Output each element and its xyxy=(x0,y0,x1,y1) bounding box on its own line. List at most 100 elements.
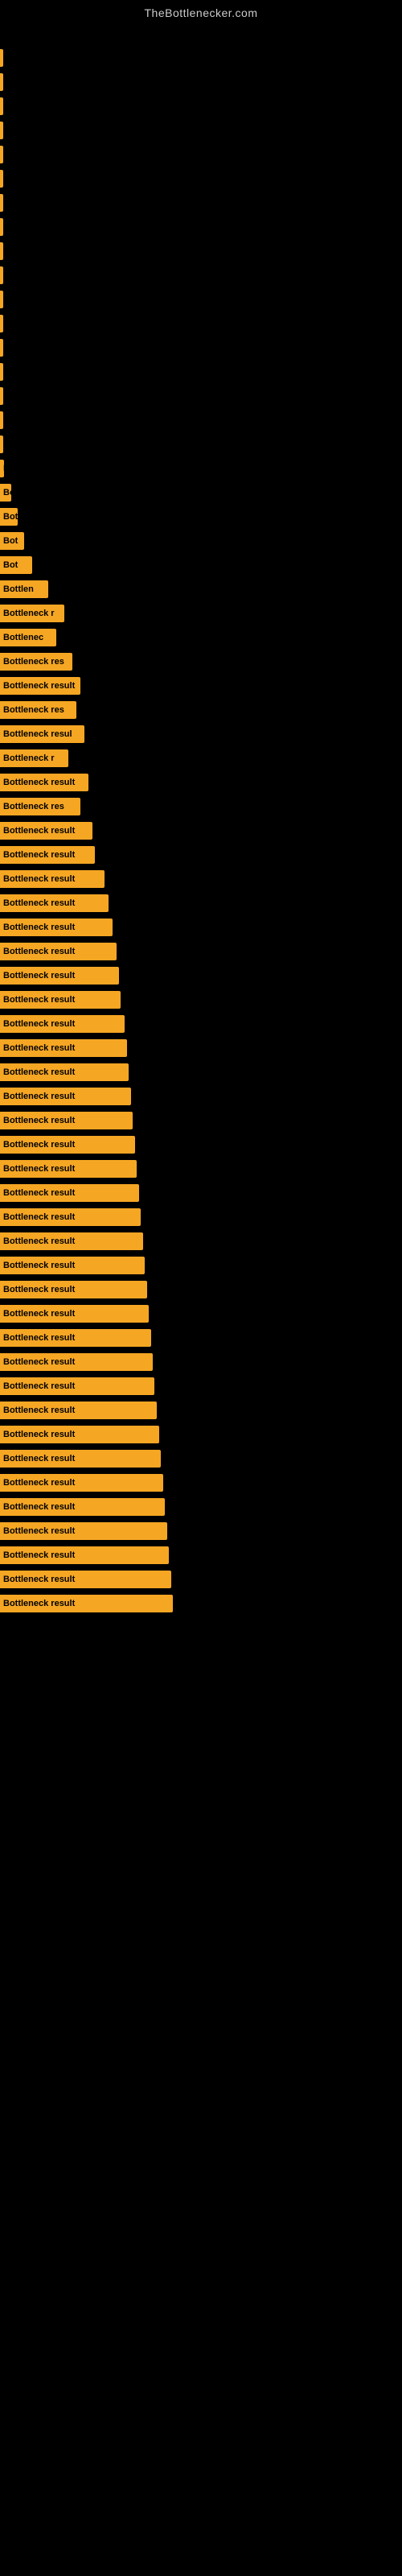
bar: Bottleneck result xyxy=(0,1498,165,1516)
bar: Bottleneck res xyxy=(0,653,72,671)
bar-label: Bottleneck result xyxy=(3,1550,75,1560)
bar-label: Bottleneck r xyxy=(3,609,55,618)
bar-label: Bottleneck result xyxy=(3,898,75,908)
bar-label: Bottleneck result xyxy=(3,1164,75,1174)
bar: B xyxy=(0,460,4,477)
bar: Bottleneck result xyxy=(0,943,117,960)
bar-row: Bottleneck result xyxy=(0,1568,402,1591)
bar-row: Bottleneck result xyxy=(0,1302,402,1325)
bar xyxy=(0,97,3,115)
bar-row xyxy=(0,143,402,166)
bar: Bot xyxy=(0,556,32,574)
bar xyxy=(0,170,3,188)
bar-row: Bot xyxy=(0,530,402,552)
bar-label: Bottleneck result xyxy=(3,1454,75,1463)
bar: Bottleneck result xyxy=(0,870,105,888)
bar-row: Bottlenec xyxy=(0,626,402,649)
bar-row: Bottleneck result xyxy=(0,1375,402,1397)
bars-container: BBoBotBotBotBottlenBottleneck rBottlenec… xyxy=(0,39,402,1624)
bar-row: Bottleneck result xyxy=(0,916,402,939)
bar: Bottlen xyxy=(0,580,48,598)
bar-label: Bottleneck result xyxy=(3,1381,75,1391)
bar: Bot xyxy=(0,532,24,550)
bar: Bottleneck r xyxy=(0,749,68,767)
bar-label: B xyxy=(3,464,4,473)
bar-row xyxy=(0,216,402,238)
bar-row: Bottleneck result xyxy=(0,1085,402,1108)
bar-label: Bottleneck r xyxy=(3,753,55,763)
bar-row xyxy=(0,167,402,190)
bar-row: Bottleneck result xyxy=(0,964,402,987)
bar-row xyxy=(0,47,402,69)
bar-label: Bottleneck result xyxy=(3,1599,75,1608)
bar xyxy=(0,194,3,212)
bar-label: Bottleneck res xyxy=(3,657,64,667)
bar: Bottleneck result xyxy=(0,1281,147,1298)
bar-label: Bot xyxy=(3,536,18,546)
bar-label: Bottleneck result xyxy=(3,1140,75,1150)
bar: Bottleneck result xyxy=(0,1571,171,1588)
bar-row xyxy=(0,95,402,118)
bar-row: Bottleneck result xyxy=(0,1158,402,1180)
bar-row: Bottleneck result xyxy=(0,675,402,697)
bar-label: Bottleneck result xyxy=(3,1043,75,1053)
bar-row: Bottleneck result xyxy=(0,868,402,890)
bar-label: Bottleneck result xyxy=(3,1261,75,1270)
bar-row: Bottleneck result xyxy=(0,1182,402,1204)
bar-row xyxy=(0,192,402,214)
bar xyxy=(0,291,3,308)
bar-row: Bottleneck result xyxy=(0,1423,402,1446)
bar: Bo xyxy=(0,484,11,502)
bar: Bottleneck result xyxy=(0,1474,163,1492)
bar: Bottleneck result xyxy=(0,967,119,985)
bar: Bottleneck result xyxy=(0,1088,131,1105)
bar-row: Bottleneck result xyxy=(0,1037,402,1059)
bar-label: Bottleneck result xyxy=(3,1285,75,1294)
bar xyxy=(0,363,3,381)
bar: Bottleneck result xyxy=(0,1136,135,1154)
bar-row: Bottleneck result xyxy=(0,1544,402,1567)
bar-row: Bottleneck result xyxy=(0,771,402,794)
bar-row: Bottleneck result xyxy=(0,1472,402,1494)
bar: Bottleneck result xyxy=(0,894,109,912)
bar-row xyxy=(0,288,402,311)
bar-row: Bottleneck result xyxy=(0,1061,402,1084)
bar-row: Bottleneck result xyxy=(0,1520,402,1542)
bar-label: Bottleneck result xyxy=(3,778,75,787)
bar-row: Bottleneck result xyxy=(0,1278,402,1301)
bar: Bottleneck result xyxy=(0,1595,173,1612)
bar: Bottleneck r xyxy=(0,605,64,622)
bar: Bottleneck result xyxy=(0,1353,153,1371)
bar-label: Bottleneck result xyxy=(3,1526,75,1536)
bar-label: Bottleneck result xyxy=(3,923,75,932)
bar: Bottleneck result xyxy=(0,1015,125,1033)
bar-label: Bottleneck result xyxy=(3,1116,75,1125)
bar xyxy=(0,242,3,260)
bar-row: Bottleneck result xyxy=(0,1351,402,1373)
bar-label: Bottleneck res xyxy=(3,705,64,715)
bar-label: Bottleneck result xyxy=(3,971,75,980)
bar: Bottleneck result xyxy=(0,1305,149,1323)
bar-label: Bottleneck result xyxy=(3,1575,75,1584)
bar-label: Bottleneck result xyxy=(3,1333,75,1343)
bar-row: Bottleneck r xyxy=(0,747,402,770)
bar: Bottleneck result xyxy=(0,991,121,1009)
bar xyxy=(0,73,3,91)
bar-label: Bottleneck result xyxy=(3,850,75,860)
bar-label: Bottleneck result xyxy=(3,1406,75,1415)
bar-row: Bottleneck result xyxy=(0,892,402,914)
bar-row xyxy=(0,336,402,359)
bar-row: Bottleneck result xyxy=(0,1399,402,1422)
bar-label: Bottleneck result xyxy=(3,1478,75,1488)
bar-row: Bottleneck result xyxy=(0,1230,402,1253)
bar: Bottleneck result xyxy=(0,1063,129,1081)
site-title-container: TheBottlenecker.com xyxy=(0,0,402,23)
bar-row xyxy=(0,264,402,287)
bar: Bottleneck result xyxy=(0,846,95,864)
bar xyxy=(0,339,3,357)
bar-label: Bottleneck result xyxy=(3,947,75,956)
bar-label: Bottleneck result xyxy=(3,1309,75,1319)
bar: Bottleneck result xyxy=(0,1522,167,1540)
bar-row xyxy=(0,71,402,93)
bar-label: Bottleneck result xyxy=(3,1236,75,1246)
